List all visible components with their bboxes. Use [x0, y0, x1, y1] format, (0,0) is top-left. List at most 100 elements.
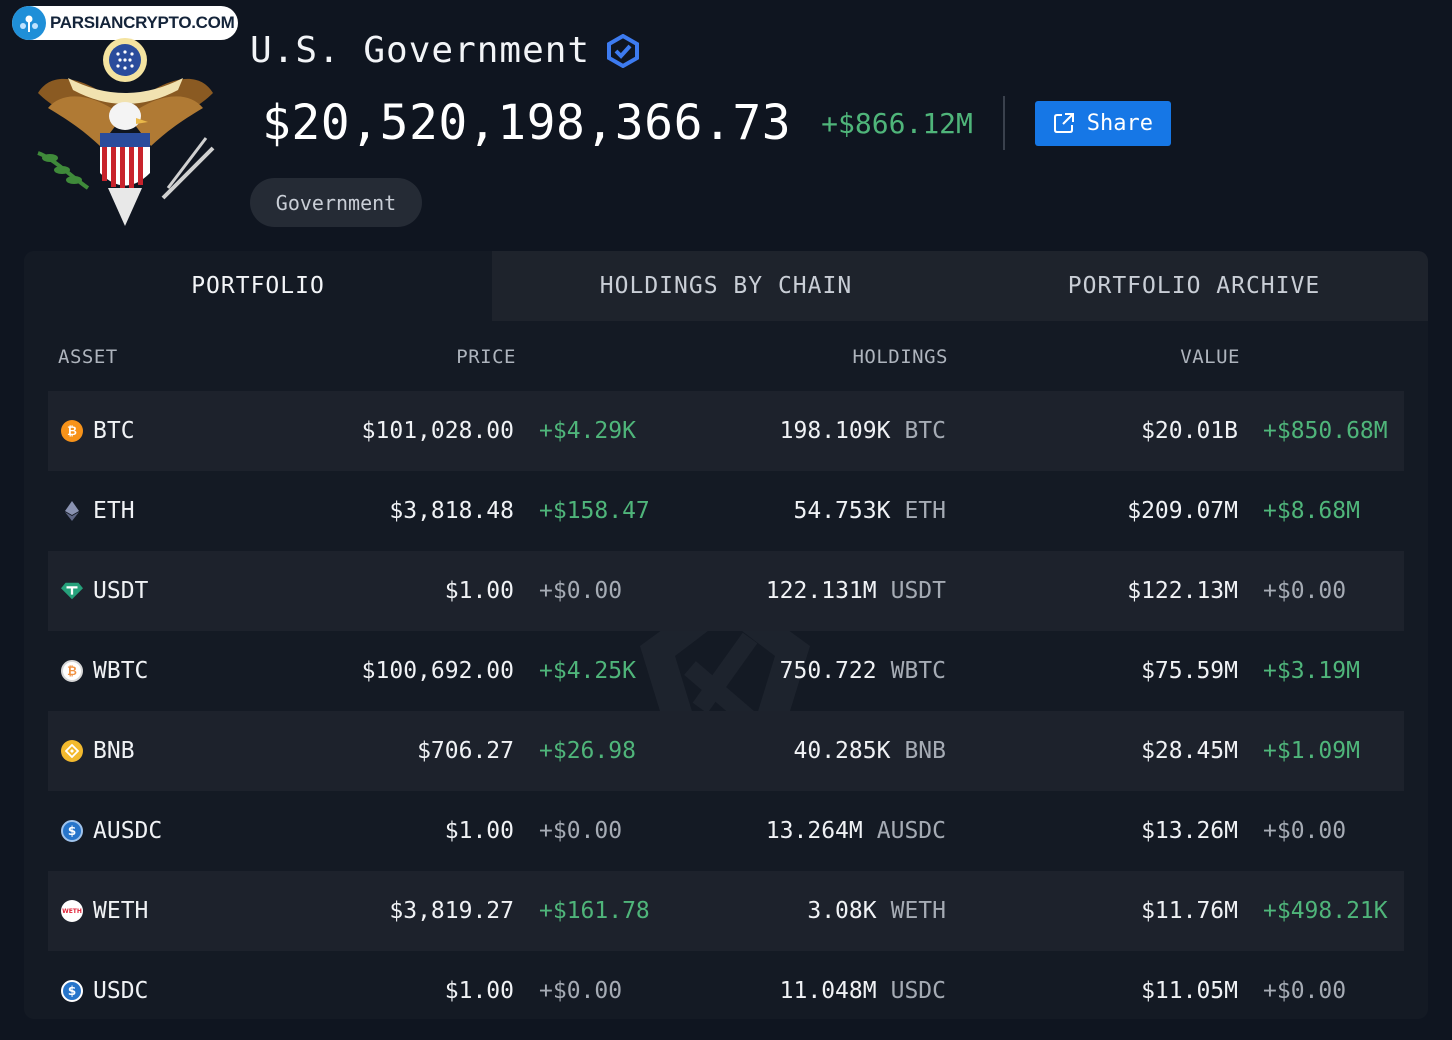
- ethereum-icon: [61, 500, 83, 522]
- entity-name: U.S. Government: [250, 30, 591, 71]
- external-link-icon: [1053, 113, 1074, 133]
- ausdc-icon: $: [61, 820, 83, 842]
- holdings-amount: 198.109K: [779, 418, 891, 444]
- asset-holdings: 122.131M USDT: [766, 551, 946, 631]
- holdings-amount: 13.264M: [765, 818, 863, 844]
- holdings-amount: 3.08K: [807, 898, 877, 924]
- entity-tag[interactable]: Government: [250, 178, 422, 227]
- holdings-amount: 122.131M: [765, 578, 877, 604]
- share-label: Share: [1086, 110, 1153, 136]
- asset-symbol[interactable]: BNB: [93, 711, 135, 791]
- portfolio-panel: PORTFOLIO HOLDINGS BY CHAIN PORTFOLIO AR…: [24, 251, 1428, 1019]
- asset-price: $101,028.00: [361, 418, 514, 444]
- holdings-unit: AUSDC: [876, 818, 946, 844]
- asset-holdings: 198.109K BTC: [780, 391, 946, 471]
- asset-holdings: 3.08K WETH: [807, 871, 946, 951]
- asset-value-change: +$3.19M: [1263, 658, 1360, 684]
- watermark-logo: PARSIANCRYPTO.COM: [12, 6, 238, 40]
- asset-value: $13.26M: [1141, 818, 1238, 844]
- table-row[interactable]: $ AUSDC $1.00 +$0.00 13.264M AUSDC $13.26…: [48, 791, 1404, 871]
- asset-value-change: +$1.09M: [1263, 738, 1360, 764]
- asset-table: ₿ BTC $101,028.00 +$4.29K 198.109K BTC $2…: [48, 391, 1404, 1019]
- asset-value: $122.13M: [1127, 578, 1238, 604]
- holdings-unit: WBTC: [890, 658, 946, 684]
- bnb-icon: [61, 740, 83, 762]
- table-row[interactable]: ₿ WBTC $100,692.00 +$4.25K 750.722 WBTC $…: [48, 631, 1404, 711]
- asset-price: $1.00: [444, 818, 514, 844]
- asset-value: $28.45M: [1141, 738, 1238, 764]
- watermark-text: PARSIANCRYPTO.COM: [50, 13, 235, 32]
- holdings-amount: 750.722: [779, 658, 877, 684]
- asset-price: $3,818.48: [389, 498, 514, 524]
- asset-value: $75.59M: [1141, 658, 1238, 684]
- tab-bar: PORTFOLIO HOLDINGS BY CHAIN PORTFOLIO AR…: [24, 251, 1428, 321]
- asset-value-change: +$498.21K: [1263, 898, 1388, 924]
- divider: [1002, 96, 1005, 150]
- total-change: +$866.12M: [821, 106, 973, 140]
- asset-value-change: +$8.68M: [1263, 498, 1360, 524]
- holdings-unit: BTC: [904, 418, 946, 444]
- government-seal-icon: [37, 38, 215, 226]
- asset-price-change: +$0.00: [539, 578, 623, 604]
- tab-portfolio-archive[interactable]: PORTFOLIO ARCHIVE: [960, 251, 1428, 321]
- table-row[interactable]: WETH WETH $3,819.27 +$161.78 3.08K WETH $…: [48, 871, 1404, 951]
- asset-symbol[interactable]: BTC: [93, 391, 135, 471]
- asset-value-change: +$0.00: [1263, 578, 1347, 604]
- column-header-asset[interactable]: ASSET: [58, 346, 118, 368]
- asset-symbol[interactable]: ETH: [93, 471, 135, 551]
- table-row[interactable]: ETH $3,818.48 +$158.47 54.753K ETH $209.0…: [48, 471, 1404, 551]
- asset-value: $20.01B: [1141, 418, 1238, 444]
- holdings-unit: WETH: [890, 898, 946, 924]
- column-header-value[interactable]: VALUE: [1180, 346, 1240, 368]
- asset-value: $11.05M: [1141, 978, 1238, 1004]
- asset-value: $209.07M: [1127, 498, 1238, 524]
- verified-badge-icon: [607, 33, 640, 68]
- holdings-unit: USDT: [890, 578, 946, 604]
- asset-price-change: +$4.25K: [539, 658, 636, 684]
- holdings-unit: USDC: [890, 978, 946, 1004]
- asset-price-change: +$158.47: [539, 498, 650, 524]
- asset-symbol[interactable]: WETH: [93, 871, 148, 951]
- table-row[interactable]: BNB $706.27 +$26.98 40.285K BNB $28.45M +…: [48, 711, 1404, 791]
- asset-symbol[interactable]: USDC: [93, 951, 148, 1019]
- asset-holdings: 40.285K BNB: [794, 711, 946, 791]
- tab-portfolio[interactable]: PORTFOLIO: [24, 251, 492, 321]
- asset-symbol[interactable]: USDT: [93, 551, 148, 631]
- holdings-unit: BNB: [904, 738, 946, 764]
- asset-price: $706.27: [417, 738, 514, 764]
- weth-icon: WETH: [61, 900, 83, 922]
- asset-symbol[interactable]: AUSDC: [93, 791, 162, 871]
- asset-value-change: +$0.00: [1263, 978, 1347, 1004]
- asset-holdings: 54.753K ETH: [794, 471, 946, 551]
- holdings-unit: ETH: [904, 498, 946, 524]
- holdings-amount: 11.048M: [779, 978, 877, 1004]
- usdc-icon: $: [61, 980, 83, 1002]
- share-button[interactable]: Share: [1034, 100, 1171, 146]
- table-row[interactable]: ₿ BTC $101,028.00 +$4.29K 198.109K BTC $2…: [48, 391, 1404, 471]
- asset-value-change: +$850.68M: [1263, 418, 1388, 444]
- table-row[interactable]: USDT $1.00 +$0.00 122.131M USDT $122.13M …: [48, 551, 1404, 631]
- total-balance: $20,520,198,366.73: [262, 95, 792, 151]
- asset-price-change: +$26.98: [539, 738, 636, 764]
- asset-holdings: 11.048M USDC: [780, 951, 946, 1019]
- asset-price: $100,692.00: [361, 658, 514, 684]
- balance-row: $20,520,198,366.73 +$866.12M Share: [262, 92, 1171, 154]
- watermark-logo-icon: [12, 6, 46, 40]
- asset-price: $1.00: [444, 578, 514, 604]
- asset-price-change: +$0.00: [539, 818, 623, 844]
- asset-symbol[interactable]: WBTC: [93, 631, 148, 711]
- asset-value-change: +$0.00: [1263, 818, 1347, 844]
- asset-value: $11.76M: [1141, 898, 1238, 924]
- bitcoin-icon: ₿: [61, 420, 83, 442]
- holdings-amount: 54.753K: [793, 498, 891, 524]
- column-header-holdings[interactable]: HOLDINGS: [852, 346, 948, 368]
- table-row[interactable]: $ USDC $1.00 +$0.00 11.048M USDC $11.05M …: [48, 951, 1404, 1019]
- asset-holdings: 750.722 WBTC: [780, 631, 946, 711]
- wrapped-bitcoin-icon: ₿: [61, 660, 83, 682]
- asset-holdings: 13.264M AUSDC: [766, 791, 946, 871]
- tab-holdings-by-chain[interactable]: HOLDINGS BY CHAIN: [492, 251, 960, 321]
- entity-title: U.S. Government: [250, 30, 640, 71]
- column-header-price[interactable]: PRICE: [456, 346, 516, 368]
- tether-icon: [61, 580, 83, 602]
- asset-price-change: +$161.78: [539, 898, 650, 924]
